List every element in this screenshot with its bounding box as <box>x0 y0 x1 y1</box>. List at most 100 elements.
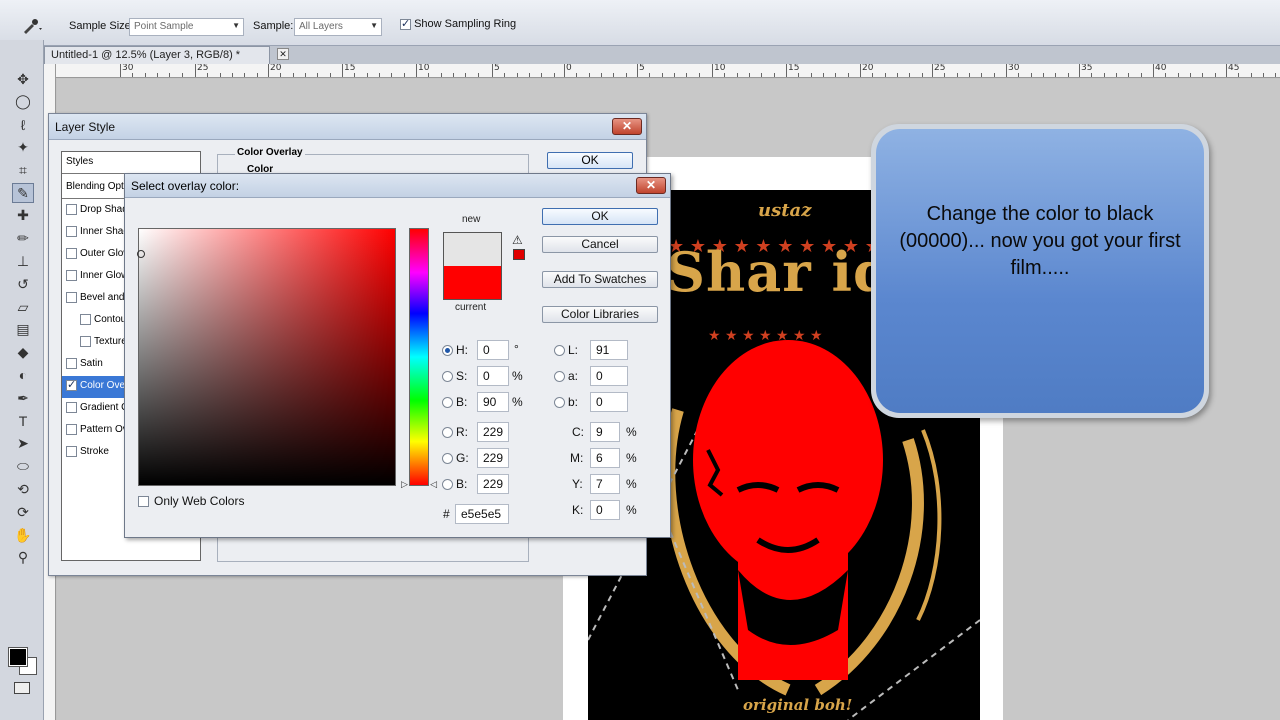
only-web-colors-option[interactable]: Only Web Colors <box>138 491 244 511</box>
hue-radio[interactable] <box>442 344 453 356</box>
ruler-number: 25 <box>934 64 946 73</box>
black-label: K: <box>572 503 584 517</box>
lasso-icon[interactable]: ℓ <box>12 115 34 135</box>
black-input[interactable]: 0 <box>590 500 620 520</box>
color-picker-titlebar[interactable]: Select overlay color: <box>125 174 670 198</box>
blur-icon[interactable]: ◆ <box>12 343 34 363</box>
saturation-radio[interactable] <box>442 370 453 382</box>
style-item-checkbox[interactable] <box>66 358 77 369</box>
brush-icon[interactable]: ✏ <box>12 229 34 249</box>
green-input[interactable]: 229 <box>477 448 509 468</box>
style-item-checkbox[interactable] <box>66 204 77 215</box>
styles-header[interactable]: Styles <box>62 152 200 174</box>
lightness-input[interactable]: 91 <box>590 340 628 360</box>
red-row[interactable]: R: <box>442 422 468 442</box>
sample-select[interactable]: All Layers ▼ <box>294 18 382 36</box>
type-icon[interactable]: T <box>12 411 34 431</box>
add-to-swatches-button[interactable]: Add To Swatches <box>542 271 658 288</box>
color-picker-dialog: Select overlay color: ✕ ▷ ◁ new current … <box>124 173 671 538</box>
picker-ok-button[interactable]: OK <box>542 208 658 225</box>
green-row[interactable]: G: <box>442 448 469 468</box>
color-field-cursor-icon[interactable] <box>137 250 145 258</box>
slider-left-arrow-icon[interactable]: ▷ <box>401 479 408 490</box>
sample-size-select[interactable]: Point Sample ▼ <box>129 18 244 36</box>
saturation-input[interactable]: 0 <box>477 366 509 386</box>
layer-style-titlebar[interactable]: Layer Style <box>49 114 646 140</box>
picker-cancel-button[interactable]: Cancel <box>542 236 658 253</box>
magic-wand-icon[interactable]: ✦ <box>12 137 34 157</box>
eyedropper-tool-preset-icon[interactable] <box>18 14 44 36</box>
style-item-checkbox[interactable] <box>80 314 91 325</box>
style-item-checkbox[interactable] <box>66 248 77 259</box>
style-item-checkbox[interactable] <box>66 446 77 457</box>
document-tab[interactable]: Untitled-1 @ 12.5% (Layer 3, RGB/8) * ✕ <box>44 46 289 64</box>
lab-b-radio[interactable] <box>554 396 565 408</box>
hex-input[interactable]: e5e5e5 <box>455 504 509 524</box>
3d-orbit-icon[interactable]: ⟳ <box>12 502 34 522</box>
red-input[interactable]: 229 <box>477 422 509 442</box>
slider-right-arrow-icon[interactable]: ◁ <box>430 479 437 490</box>
close-icon[interactable]: ✕ <box>277 48 289 60</box>
3d-rotate-icon[interactable]: ⟲ <box>12 479 34 499</box>
close-icon[interactable]: ✕ <box>612 118 642 135</box>
style-item-checkbox[interactable] <box>80 336 91 347</box>
dodge-icon[interactable]: ◐ <box>12 365 34 385</box>
red-radio[interactable] <box>442 426 453 438</box>
shape-icon[interactable]: ⬭ <box>12 457 34 477</box>
eraser-icon[interactable]: ▱ <box>12 297 34 317</box>
sampling-ring-checkbox[interactable] <box>400 17 411 30</box>
lightness-row[interactable]: L: <box>554 340 578 360</box>
lab-b-input[interactable]: 0 <box>590 392 628 412</box>
close-icon[interactable]: ✕ <box>636 177 666 194</box>
eyedropper-icon[interactable]: ✎ <box>12 183 34 203</box>
blue-radio[interactable] <box>442 478 453 490</box>
hand-icon[interactable]: ✋ <box>12 525 34 545</box>
current-color-swatch[interactable] <box>443 266 502 300</box>
hue-slider[interactable]: ▷ ◁ <box>401 228 437 489</box>
hue-input[interactable]: 0 <box>477 340 509 360</box>
brightness-input[interactable]: 90 <box>477 392 509 412</box>
healing-icon[interactable]: ✚ <box>12 206 34 226</box>
lab-a-input[interactable]: 0 <box>590 366 628 386</box>
move-icon[interactable]: ✥ <box>12 69 34 89</box>
crop-icon[interactable]: ⌗ <box>12 160 34 180</box>
gamut-warning-swatch[interactable] <box>513 249 525 260</box>
sampling-ring-label: Show Sampling Ring <box>414 18 517 30</box>
hue-row[interactable]: H: <box>442 340 468 360</box>
brightness-radio[interactable] <box>442 396 453 408</box>
ruler-subtick <box>896 73 898 77</box>
lab-a-radio[interactable] <box>554 370 565 382</box>
style-item-checkbox[interactable] <box>66 270 77 281</box>
color-field[interactable] <box>137 228 396 486</box>
zoom-icon[interactable]: ⚲ <box>12 548 34 568</box>
style-item-checkbox[interactable] <box>66 424 77 435</box>
color-libraries-button[interactable]: Color Libraries <box>542 306 658 323</box>
brightness-row[interactable]: B: <box>442 392 467 412</box>
gradient-icon[interactable]: ▤ <box>12 320 34 340</box>
only-web-colors-checkbox[interactable] <box>138 495 149 507</box>
saturation-row[interactable]: S: <box>442 366 467 386</box>
style-item-checkbox[interactable] <box>66 402 77 413</box>
style-item-checkbox[interactable] <box>66 378 77 391</box>
path-select-icon[interactable]: ➤ <box>12 434 34 454</box>
lab-a-row[interactable]: a: <box>554 366 578 386</box>
quick-mask-icon[interactable] <box>14 682 30 694</box>
pen-icon[interactable]: ✒ <box>12 388 34 408</box>
cyan-input[interactable]: 9 <box>590 422 620 442</box>
sampling-ring-option[interactable]: Show Sampling Ring <box>400 17 517 30</box>
blue-input[interactable]: 229 <box>477 474 509 494</box>
style-item-checkbox[interactable] <box>66 226 77 237</box>
history-brush-icon[interactable]: ↺ <box>12 274 34 294</box>
magenta-input[interactable]: 6 <box>590 448 620 468</box>
lab-b-row[interactable]: b: <box>554 392 578 412</box>
green-radio[interactable] <box>442 452 453 464</box>
style-item-checkbox[interactable] <box>66 292 77 303</box>
stamp-icon[interactable]: ⊥ <box>12 251 34 271</box>
blue-row[interactable]: B: <box>442 474 467 494</box>
lightness-radio[interactable] <box>554 344 565 356</box>
yellow-input[interactable]: 7 <box>590 474 620 494</box>
foreground-color-swatch[interactable] <box>8 647 28 667</box>
layer-style-ok-button[interactable]: OK <box>547 152 633 169</box>
gamut-warning-icon[interactable]: ⚠ <box>512 233 523 247</box>
marquee-icon[interactable]: ◯ <box>12 92 34 112</box>
